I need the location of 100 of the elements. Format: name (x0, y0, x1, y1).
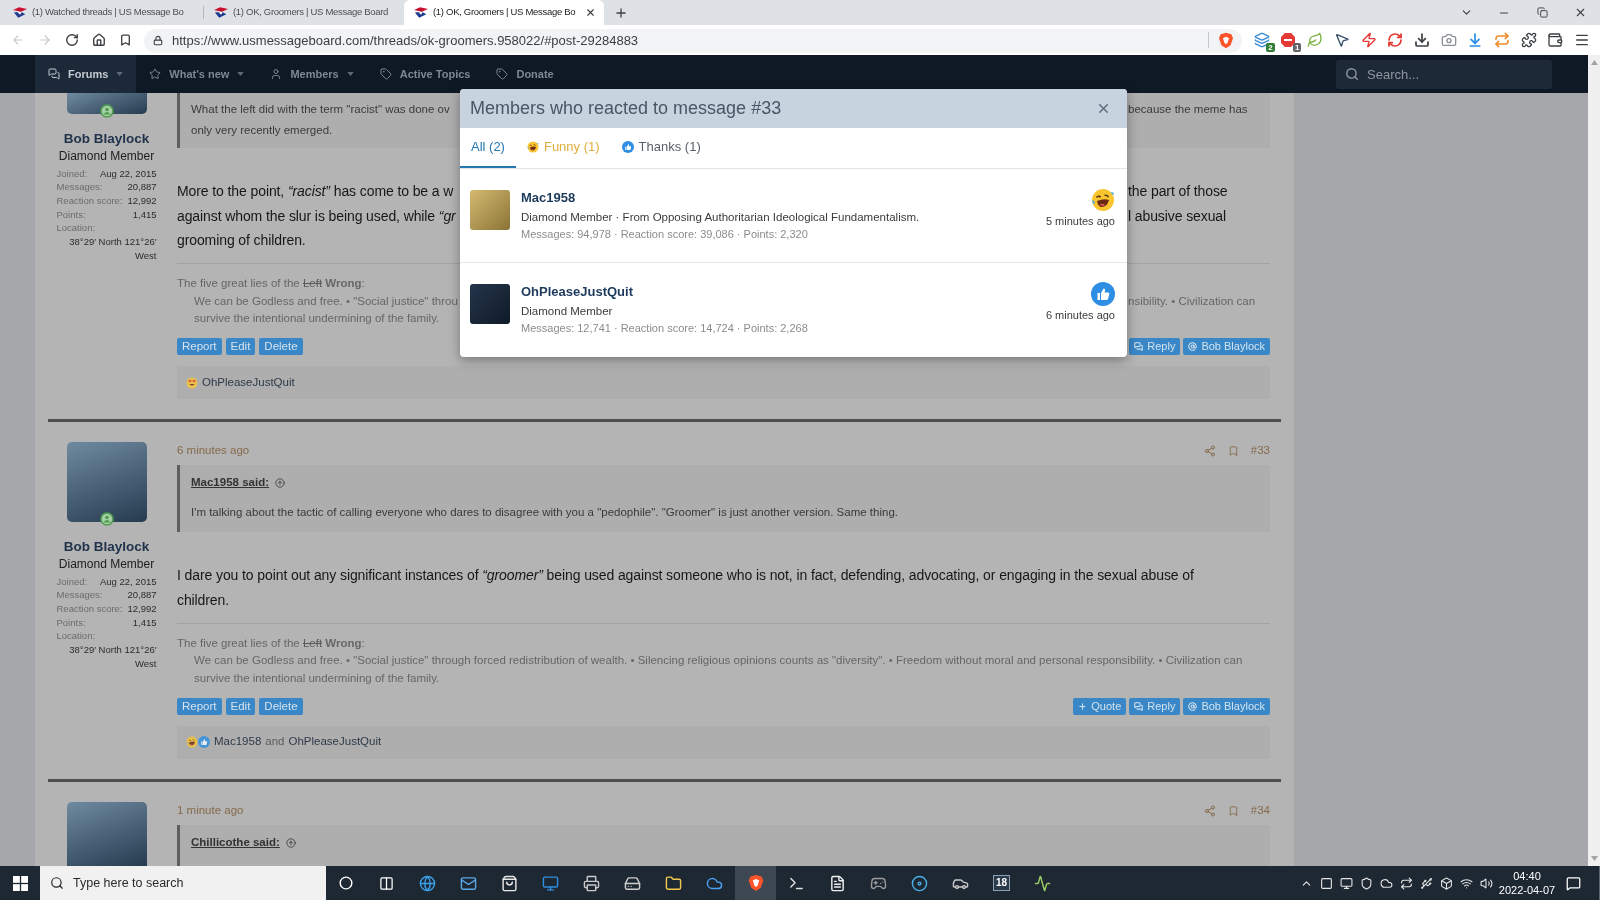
nav-tab[interactable]: Active Topics (366, 55, 484, 93)
menu-icon[interactable] (1574, 32, 1590, 48)
signature-text: survive the intentional undermining of the family. (194, 311, 440, 326)
folder-icon (665, 874, 682, 892)
stop-sign-icon[interactable] (1280, 32, 1297, 48)
box-icon[interactable] (1439, 876, 1453, 890)
arrows-icon[interactable] (1399, 876, 1413, 890)
stat-value: Aug 22, 2015 (99, 166, 157, 181)
member-stats: Messages: 94,978 · Reaction score: 39,086 · Points: 2,320 (521, 227, 808, 242)
window-panes-icon[interactable] (12, 875, 28, 891)
lion-shield-icon[interactable] (1217, 31, 1234, 49)
quote-button[interactable]: Quote (1073, 697, 1127, 715)
author-name-link[interactable]: Bob Blaylock (63, 538, 150, 556)
post-number-link[interactable]: #33 (1250, 442, 1270, 460)
location-text: 38°29′ North 121°26′ West (68, 643, 157, 671)
monitor-icon[interactable] (1339, 876, 1353, 890)
task-view-icon[interactable] (379, 875, 394, 891)
reaction-joiner-text: and (265, 734, 285, 750)
close-icon[interactable] (585, 7, 596, 18)
post-action-button[interactable]: Delete (259, 697, 303, 715)
post-date-link[interactable]: 6 minutes ago (177, 442, 250, 460)
stat-value: 12,992 (127, 601, 157, 616)
quote-text: only very recently emerged. (191, 123, 333, 138)
user-link[interactable]: OhPleaseJustQuit (202, 373, 295, 392)
shield-icon[interactable] (1359, 876, 1373, 890)
dialog-title: Members who reacted to message #33 (470, 97, 782, 120)
plus-icon[interactable] (614, 5, 628, 20)
arrow-up-circle-icon[interactable] (275, 478, 285, 488)
user-link[interactable]: Mac1958 (214, 733, 262, 751)
lion-shield-icon (747, 874, 764, 892)
quote-author-link[interactable]: Mac1958 said: (191, 474, 269, 492)
clock-button[interactable]: 04:40 2022-04-07 (1496, 866, 1558, 900)
post-action-button[interactable]: Report (177, 697, 222, 715)
post-text: I dare you to point out any significant instances of “groomer” being used against someone who is not, in fact, defending, advocating, or engaging in the sexual abuse of children. (177, 566, 1195, 610)
stat-label: Location: (56, 222, 96, 234)
layers-icon[interactable] (1253, 32, 1270, 48)
member-name-link[interactable]: Mac1958 (521, 190, 576, 206)
browser-tab[interactable]: (1) OK, Groomers | US Message Board (204, 0, 404, 25)
author-title: Diamond Member (58, 556, 155, 573)
refresh-icon[interactable] (1387, 32, 1404, 48)
arrow-up-circle-icon[interactable] (285, 837, 296, 848)
browser-tab[interactable]: (1) Watched threads | US Message Bo (3, 0, 203, 25)
quote-text: I'm talking about the tactic of calling everyone who dares to disagree with you a "pedophile". "Groomer" is just another version. Same thing. (191, 505, 899, 520)
post-action-button[interactable]: Edit (225, 697, 256, 715)
wallet-icon[interactable] (1547, 32, 1564, 48)
mention-button[interactable]: Bob Blaylock (1183, 697, 1270, 715)
reaction-tab[interactable]: All (2) (460, 128, 516, 168)
wifi-icon[interactable] (1459, 876, 1473, 890)
post-action-button[interactable]: Report (177, 338, 222, 355)
taskbar-search-field[interactable]: Type here to search (40, 866, 326, 900)
monitor-icon (542, 874, 559, 892)
camera-icon[interactable] (1440, 32, 1457, 48)
logo-icon (214, 7, 228, 18)
member-name-link[interactable]: OhPleaseJustQuit (521, 284, 633, 300)
stat-label: Points: (56, 615, 86, 630)
puzzle-icon[interactable] (1520, 32, 1537, 48)
cursor-icon[interactable] (1333, 32, 1350, 48)
post-action-button[interactable]: Delete (259, 338, 303, 355)
post-action-button[interactable]: Edit (225, 338, 256, 355)
speaker-icon[interactable] (1479, 876, 1493, 890)
address-field[interactable]: https://www.usmessageboard.com/threads/ok-groomers.958022/#post-29284883 (144, 28, 1242, 53)
nav-tab[interactable]: What's new (136, 55, 258, 93)
lightning-icon[interactable] (1360, 32, 1377, 48)
taskbar-app-button[interactable]: 18 (981, 866, 1022, 900)
reload-icon[interactable] (65, 33, 79, 47)
logo-icon (414, 7, 428, 18)
stat-value: 1,415 (132, 615, 157, 630)
nav-tab[interactable]: Members (257, 55, 367, 93)
restore-icon[interactable] (1536, 7, 1548, 18)
quote-author-link[interactable]: Chillicothe said: (191, 833, 280, 852)
download-icon[interactable] (1413, 32, 1430, 48)
avatar-image[interactable] (66, 801, 147, 866)
laughing-face-icon (1091, 188, 1115, 212)
disc-icon (911, 874, 928, 892)
message-icon[interactable] (1565, 875, 1581, 891)
bookmark-icon[interactable] (119, 33, 132, 47)
nav-tab[interactable]: Donate (483, 55, 567, 93)
stat-label: Reaction score: (56, 193, 123, 208)
taskbar-app-button[interactable] (735, 866, 776, 900)
globe-icon (419, 874, 436, 892)
laughing-face-icon (186, 736, 198, 748)
circle-icon[interactable] (339, 876, 353, 890)
mention-button[interactable]: Bob Blaylock (1183, 338, 1270, 355)
stat-value: 12,992 (127, 193, 157, 208)
cloud-icon[interactable] (1379, 876, 1393, 890)
reply-button[interactable]: Reply (1129, 338, 1181, 355)
author-name-link[interactable]: Bob Blaylock (63, 130, 150, 148)
reply-button[interactable]: Reply (1129, 697, 1181, 715)
lock-icon (153, 34, 163, 46)
usb-icon[interactable] (1419, 876, 1433, 890)
search-field[interactable]: Search... (1336, 59, 1552, 89)
home-icon[interactable] (92, 33, 106, 47)
nav-tab[interactable]: Forums (35, 55, 137, 93)
user-link[interactable]: OhPleaseJustQuit (288, 733, 382, 751)
browser-tab[interactable]: (1) OK, Groomers | US Message Bo (404, 0, 604, 25)
post-text: grooming of children. (177, 231, 306, 250)
chart-line-icon (1034, 874, 1051, 892)
reaction-tab[interactable]: Thanks (1) (610, 128, 712, 168)
square-icon[interactable] (1319, 876, 1333, 890)
thumbs-up-icon (621, 141, 634, 153)
